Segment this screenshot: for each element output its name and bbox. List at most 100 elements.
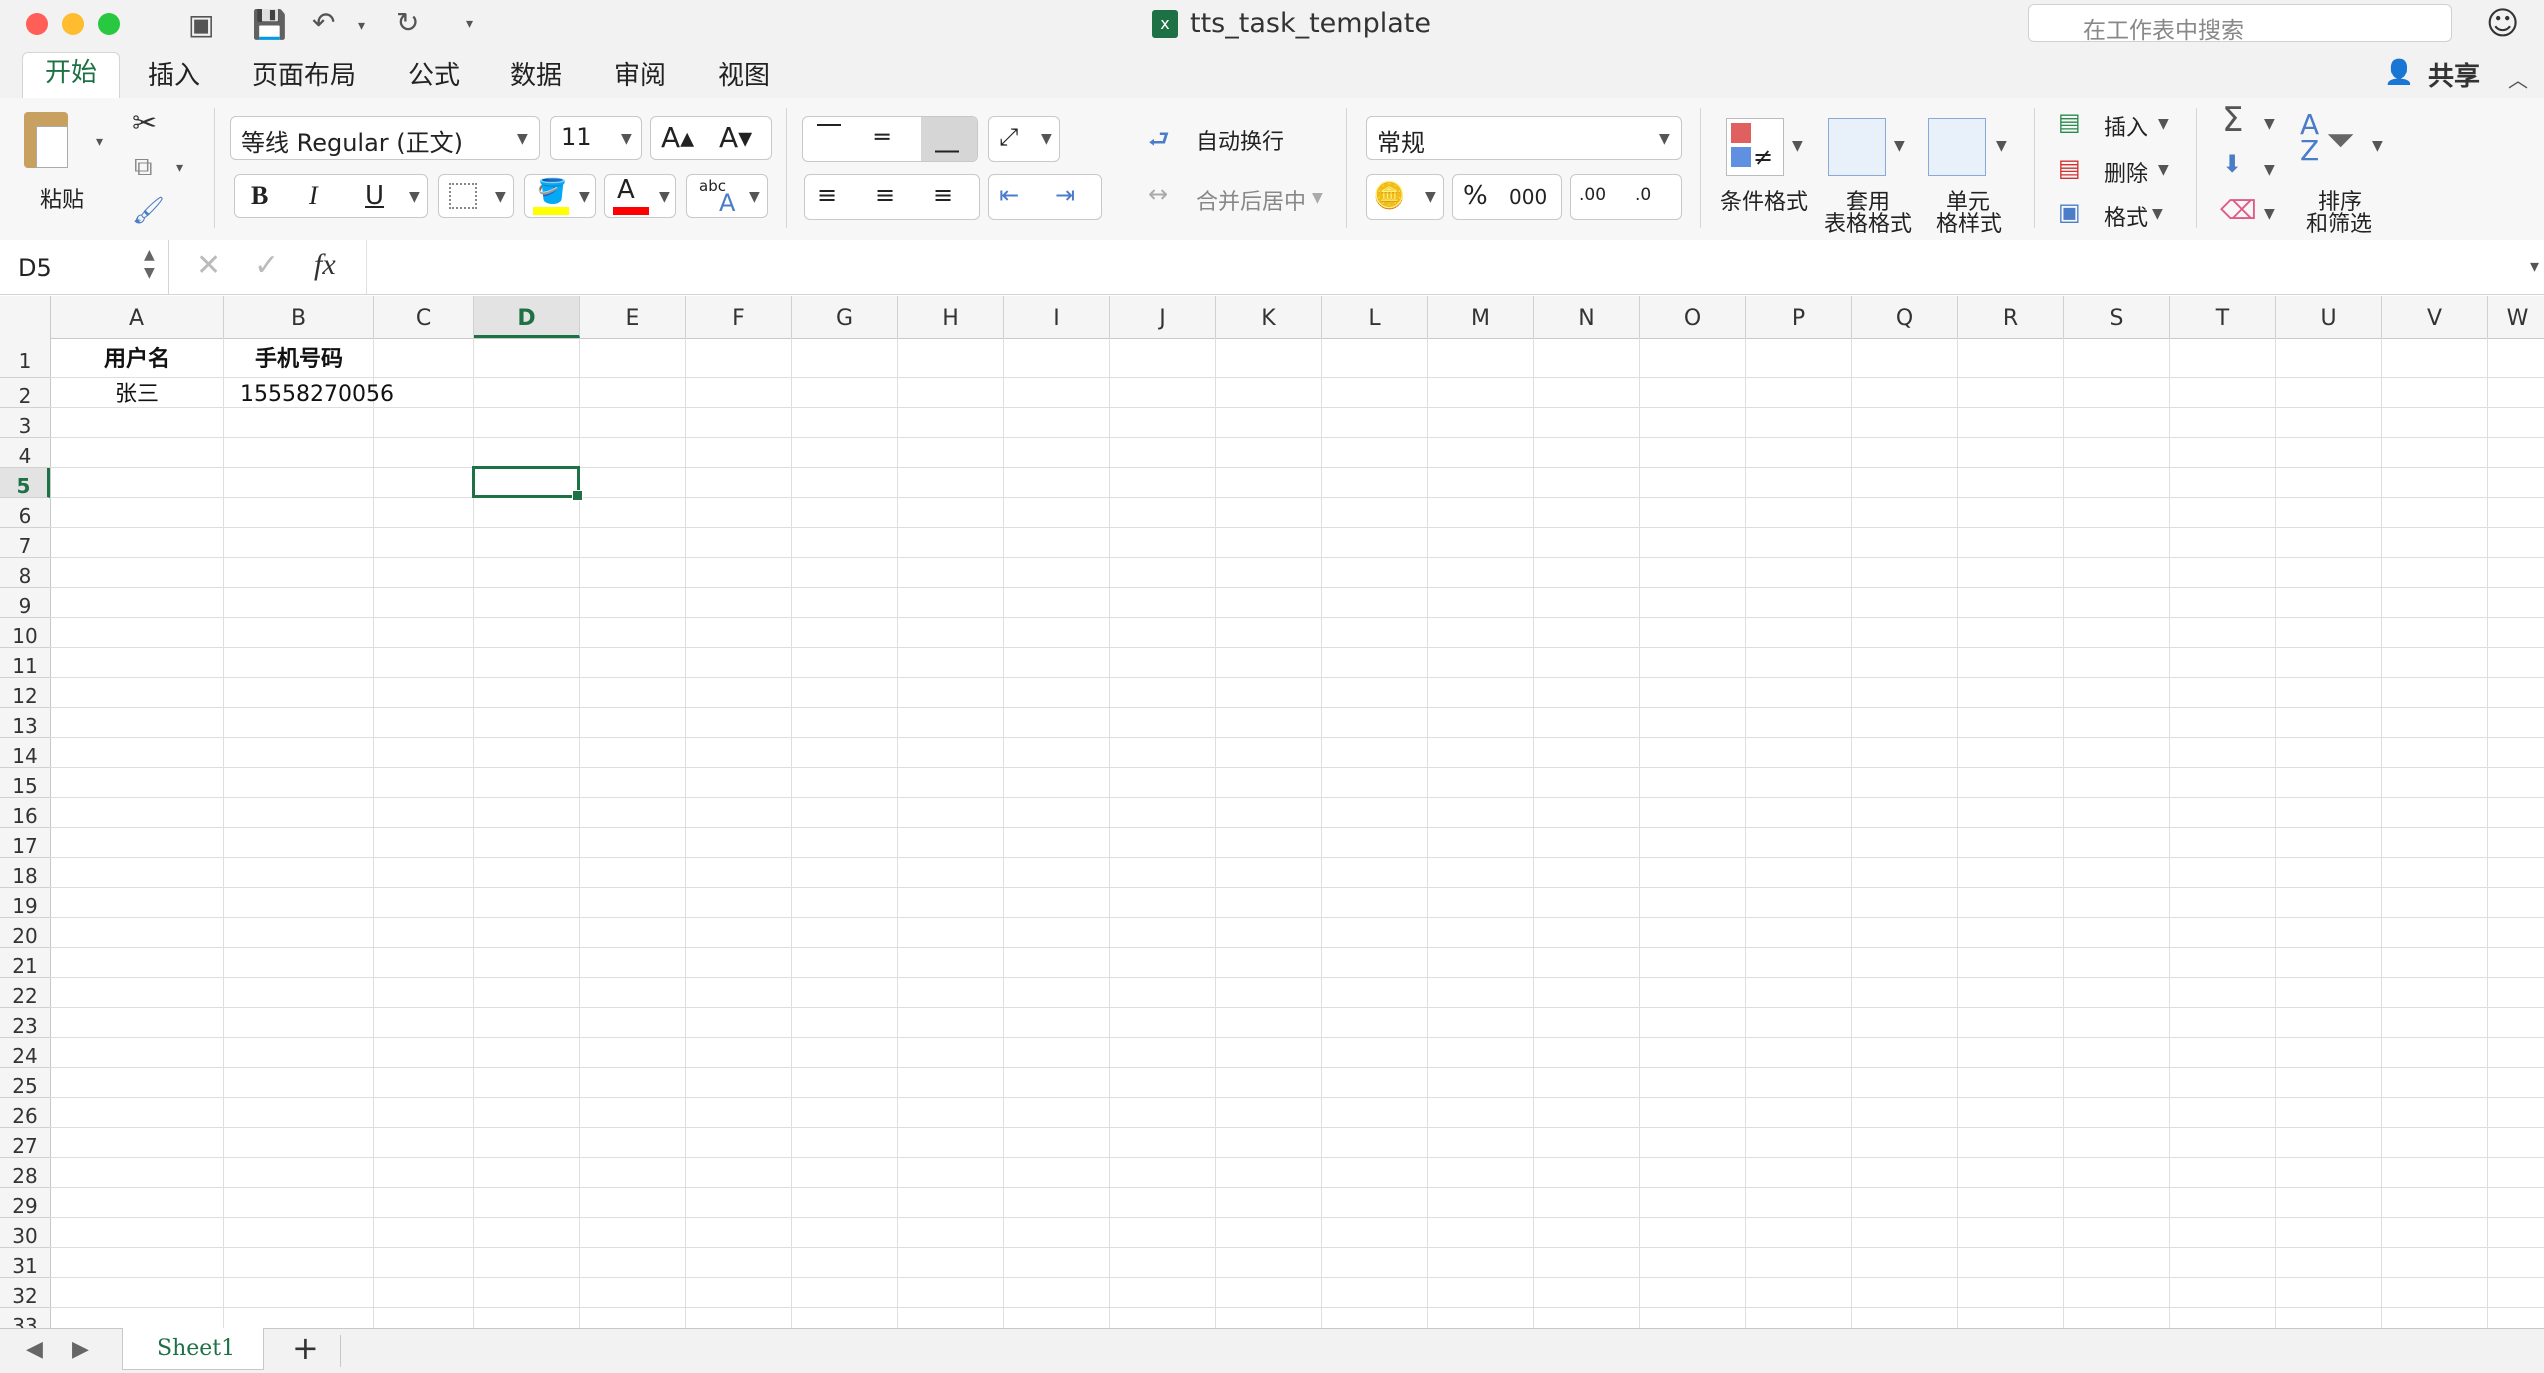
paste-dropdown-icon[interactable]: ▾ [96,134,103,150]
column-header-p[interactable]: P [1746,296,1852,338]
conditional-format-icon[interactable]: ≠ [1726,118,1784,176]
cell-styles-dropdown-icon[interactable]: ▼ [1996,138,2007,154]
row-header-20[interactable]: 20 [0,918,50,948]
format-cells-icon[interactable]: ▣ [2058,198,2081,226]
cut-icon[interactable]: ✂ [132,106,157,141]
copy-icon[interactable]: ⧉ [134,152,153,183]
row-header-28[interactable]: 28 [0,1158,50,1188]
conditional-format-dropdown-icon[interactable]: ▼ [1792,138,1803,154]
fill-handle[interactable] [572,490,583,501]
filter-funnel-icon[interactable]: ⏷ [2326,120,2355,162]
select-all-corner[interactable] [0,296,51,338]
autosum-icon[interactable]: Σ [2222,100,2243,140]
column-header-n[interactable]: N [1534,296,1640,338]
phonetic-button[interactable]: abc A ▼ [686,174,768,218]
decrease-font-icon[interactable]: A▾ [719,121,752,154]
cancel-icon[interactable]: ✕ [196,248,221,283]
sidebar-toggle-icon[interactable]: ▣ [188,8,214,41]
increase-font-icon[interactable]: A▴ [661,121,694,154]
tab-view[interactable]: 视图 [708,56,780,96]
column-header-g[interactable]: G [792,296,898,338]
delete-cells-icon[interactable]: ▤ [2058,154,2081,182]
chevron-down-icon[interactable]: ▼ [2158,162,2169,178]
row-header-19[interactable]: 19 [0,888,50,918]
insert-cells-button[interactable]: 插入 [2104,110,2148,142]
increase-decimal-button[interactable]: .00 [1579,185,1606,205]
prev-sheet-icon[interactable]: ◀ [26,1337,43,1362]
font-size-select[interactable]: 11 ▼ [550,116,642,160]
orientation-button[interactable]: ⤢ ▼ [988,116,1060,162]
fill-dropdown-icon[interactable]: ▼ [2264,162,2275,178]
row-header-23[interactable]: 23 [0,1008,50,1038]
thousands-button[interactable]: 000 [1509,185,1547,209]
row-header-9[interactable]: 9 [0,588,50,618]
delete-cells-button[interactable]: 删除 [2104,156,2148,188]
cell-styles-icon[interactable] [1928,118,1986,176]
sheet-tab-sheet1[interactable]: Sheet1 [122,1328,264,1370]
column-header-h[interactable]: H [898,296,1004,338]
align-center-icon[interactable]: ≡ [875,181,895,209]
column-header-l[interactable]: L [1322,296,1428,338]
row-header-29[interactable]: 29 [0,1188,50,1218]
chevron-down-icon[interactable]: ▼ [2152,206,2163,222]
column-header-f[interactable]: F [686,296,792,338]
wrap-text-icon[interactable]: ⮐ [1148,122,1170,163]
formula-input[interactable] [366,240,2517,294]
column-header-u[interactable]: U [2276,296,2382,338]
add-sheet-button[interactable]: + [292,1329,319,1367]
align-left-icon[interactable]: ≡ [817,181,837,209]
enter-check-icon[interactable]: ✓ [254,248,279,283]
format-painter-icon[interactable]: 🖌 [132,196,165,226]
undo-dropdown-icon[interactable]: ▾ [358,18,365,34]
row-header-6[interactable]: 6 [0,498,50,528]
row-header-25[interactable]: 25 [0,1068,50,1098]
row-header-16[interactable]: 16 [0,798,50,828]
paste-icon[interactable] [24,112,68,168]
insert-cells-icon[interactable]: ▤ [2058,108,2081,136]
italic-button[interactable]: I [309,181,318,211]
tab-review[interactable]: 审阅 [604,56,676,96]
share-user-icon[interactable]: 👤 [2384,58,2414,86]
font-color-button[interactable]: A ▼ [604,174,676,218]
row-header-13[interactable]: 13 [0,708,50,738]
clear-eraser-icon[interactable]: ⌫ [2220,196,2257,226]
row-header-11[interactable]: 11 [0,648,50,678]
column-header-w[interactable]: W [2488,296,2544,338]
chevron-down-icon[interactable]: ▼ [2158,116,2169,132]
wrap-text-button[interactable]: 自动换行 [1196,124,1284,156]
tab-insert[interactable]: 插入 [138,56,210,96]
underline-dropdown-icon[interactable]: ▼ [409,189,420,205]
cell-a2[interactable]: 张三 [50,378,224,408]
row-header-31[interactable]: 31 [0,1248,50,1278]
expand-formula-bar-icon[interactable]: ▾ [2530,256,2539,277]
column-header-t[interactable]: T [2170,296,2276,338]
sort-filter-icon[interactable]: AZ [2300,111,2319,165]
undo-icon[interactable]: ↶ [312,6,335,39]
row-header-21[interactable]: 21 [0,948,50,978]
align-top-icon[interactable]: ⎺ [817,121,841,149]
tab-home[interactable]: 开始 [22,52,120,99]
sort-dropdown-icon[interactable]: ▼ [2372,138,2383,154]
row-header-2[interactable]: 2 [0,378,50,408]
column-header-c[interactable]: C [374,296,474,338]
row-header-14[interactable]: 14 [0,738,50,768]
name-box-stepper-icon[interactable]: ▲ ▼ [144,246,155,282]
align-bottom-button[interactable]: ⎽ [921,117,977,161]
copy-dropdown-icon[interactable]: ▾ [176,160,183,176]
row-header-30[interactable]: 30 [0,1218,50,1248]
share-button[interactable]: 共享 [2428,56,2480,93]
cell-b1[interactable]: 手机号码 [224,338,374,378]
row-header-7[interactable]: 7 [0,528,50,558]
column-header-r[interactable]: R [1958,296,2064,338]
merge-center-icon[interactable]: ↔ [1148,180,1168,208]
decrease-decimal-button[interactable]: .0 [1635,185,1651,205]
row-header-10[interactable]: 10 [0,618,50,648]
column-header-e[interactable]: E [580,296,686,338]
column-header-v[interactable]: V [2382,296,2488,338]
fill-color-button[interactable]: 🪣 ▼ [524,174,596,218]
tab-formulas[interactable]: 公式 [398,56,470,96]
row-header-27[interactable]: 27 [0,1128,50,1158]
row-header-5[interactable]: 5 [0,468,50,498]
column-header-j[interactable]: J [1110,296,1216,338]
name-box[interactable]: D5 ▲ ▼ [0,240,169,294]
